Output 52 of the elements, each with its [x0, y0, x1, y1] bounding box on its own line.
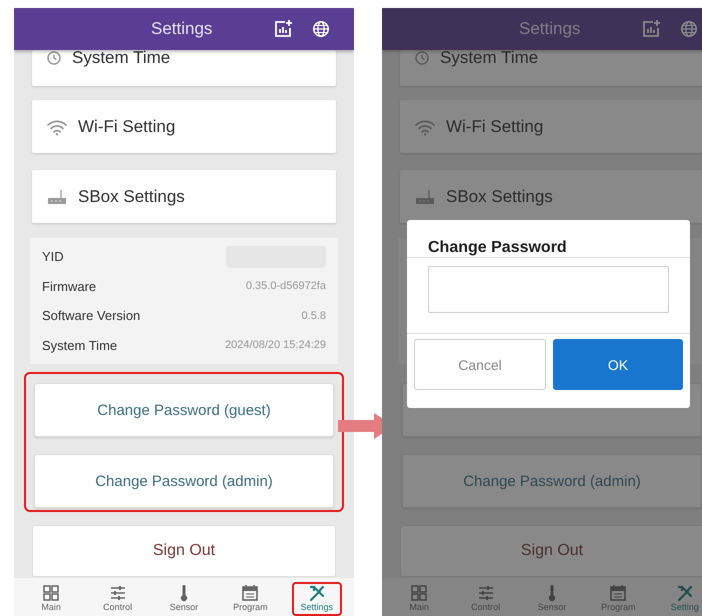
- ok-button[interactable]: OK: [553, 339, 683, 390]
- sign-out-button[interactable]: Sign Out: [400, 525, 702, 577]
- info-label: Firmware: [42, 278, 96, 294]
- chart-plus-icon[interactable]: [273, 19, 293, 39]
- globe-icon[interactable]: [312, 20, 330, 38]
- change-password-button[interactable]: Change Password (guest): [34, 383, 334, 437]
- menu-item[interactable]: System Time: [32, 50, 336, 86]
- info-value: 0.35.0-d56972fa: [246, 280, 326, 292]
- cancel-button[interactable]: Cancel: [414, 339, 546, 390]
- grid-icon: [42, 584, 60, 602]
- wifi-icon: [414, 118, 436, 136]
- wifi-icon: [46, 118, 68, 136]
- chart-plus-icon[interactable]: [641, 19, 661, 39]
- nav-tab[interactable]: Sensor: [526, 582, 577, 616]
- password-field[interactable]: [428, 266, 669, 313]
- info-value: 0.5.8: [302, 310, 326, 322]
- menu-item[interactable]: SBox Settings: [400, 170, 702, 223]
- calendar-icon: [241, 584, 260, 602]
- info-value: 2024/08/20 15:24:29: [225, 339, 326, 352]
- sliders-icon: [108, 584, 127, 602]
- menu-item[interactable]: Wi-Fi Setting: [32, 100, 336, 153]
- nav-tab[interactable]: Sensor: [158, 582, 209, 616]
- change-password-button[interactable]: Change Password (admin): [34, 454, 334, 508]
- router-icon: [414, 188, 436, 206]
- sign-out-button[interactable]: Sign Out: [32, 525, 336, 577]
- info-label: Software Version: [42, 308, 140, 324]
- nav-tab[interactable]: Main: [394, 582, 444, 616]
- tools-icon: [676, 584, 694, 602]
- screen-title: Settings: [519, 19, 580, 39]
- nav-tab[interactable]: Control: [92, 582, 143, 616]
- change-password-button[interactable]: Change Password (admin): [402, 454, 702, 508]
- menu-item[interactable]: SBox Settings: [32, 170, 336, 223]
- nav-tab[interactable]: Settings: [292, 582, 342, 616]
- info-label: YID: [42, 249, 64, 264]
- nav-tab[interactable]: Setting: [660, 582, 702, 616]
- dialog-title: Change Password: [427, 238, 567, 257]
- sliders-icon: [476, 584, 495, 602]
- menu-item[interactable]: System Time: [400, 50, 702, 86]
- grid-icon: [410, 584, 428, 602]
- router-icon: [46, 188, 68, 206]
- nav-tab[interactable]: Main: [26, 582, 76, 616]
- globe-icon[interactable]: [680, 20, 698, 38]
- info-label: System Time: [42, 338, 118, 353]
- nav-tab[interactable]: Program: [593, 582, 644, 616]
- nav-tab[interactable]: Control: [460, 582, 511, 616]
- nav-tab[interactable]: Program: [225, 582, 276, 616]
- menu-item[interactable]: Wi-Fi Setting: [400, 100, 702, 153]
- calendar-icon: [609, 584, 628, 602]
- screen-title: Settings: [151, 19, 212, 39]
- clock-icon: [414, 50, 430, 66]
- tools-icon: [308, 584, 326, 602]
- clock-icon: [46, 50, 62, 66]
